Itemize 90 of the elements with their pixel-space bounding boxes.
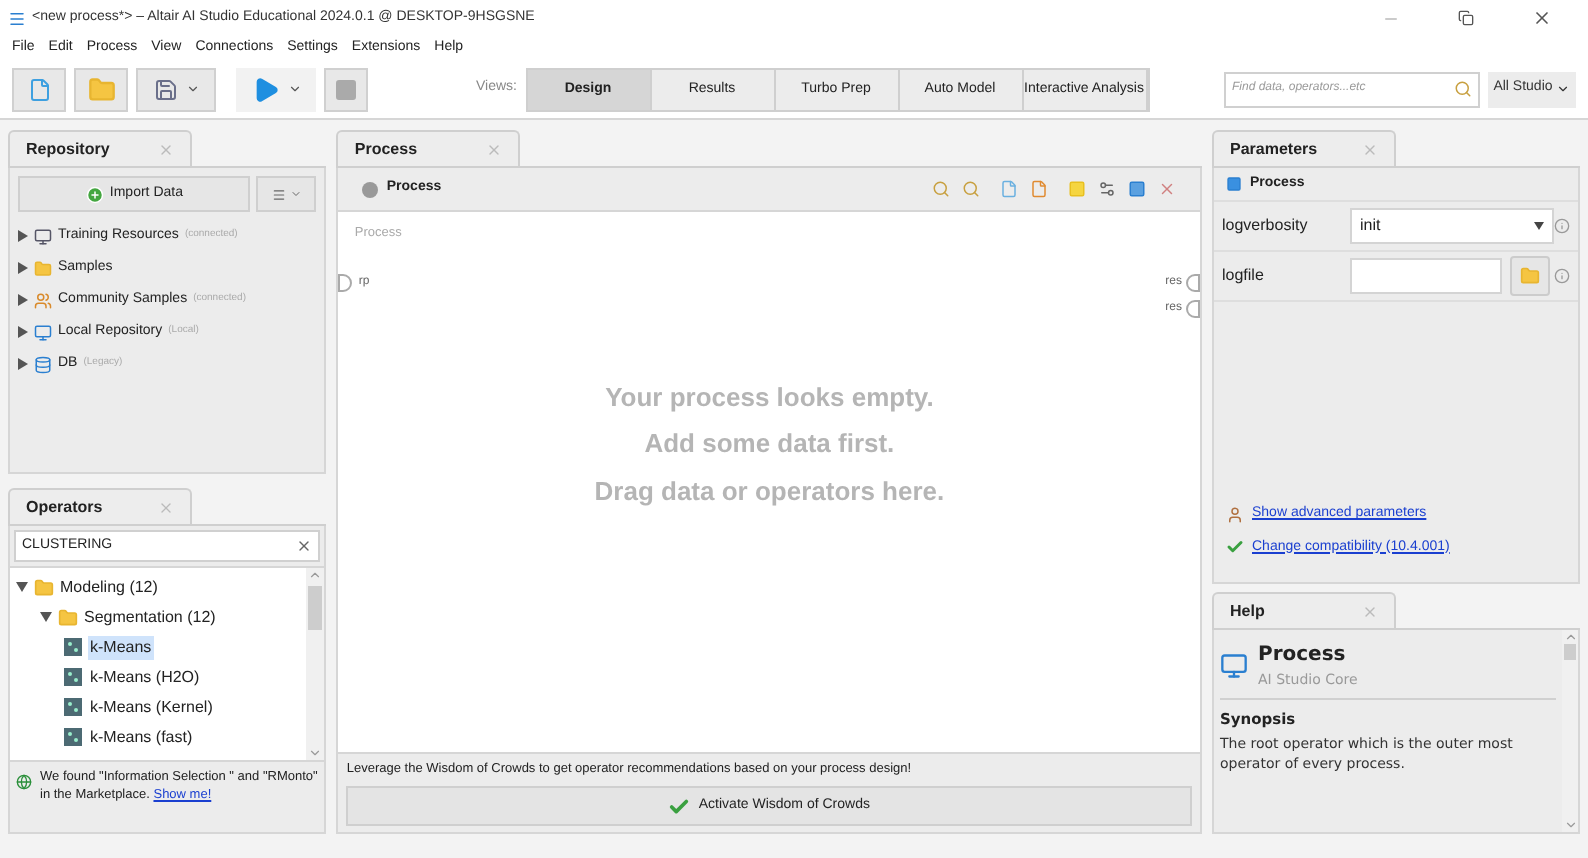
save-icon bbox=[153, 77, 177, 101]
collapsed-arrow-icon[interactable] bbox=[18, 262, 28, 274]
empty-process-message: Drag data or operators here. bbox=[594, 473, 945, 510]
list-icon bbox=[271, 187, 286, 201]
zoom-in-icon[interactable] bbox=[932, 180, 950, 198]
note-icon[interactable] bbox=[1068, 180, 1086, 198]
caret-icon bbox=[185, 82, 199, 96]
process-icon bbox=[362, 181, 379, 197]
open-button[interactable] bbox=[74, 67, 128, 111]
check-icon bbox=[1226, 538, 1244, 557]
tree-item[interactable]: Modeling (12) bbox=[60, 575, 158, 599]
scrollbar[interactable] bbox=[306, 568, 325, 760]
empty-process-message: Your process looks empty. bbox=[605, 379, 934, 416]
collapsed-arrow-icon[interactable] bbox=[18, 358, 28, 370]
info-icon[interactable] bbox=[1554, 218, 1570, 234]
panel-tab[interactable]: Parameters bbox=[1212, 130, 1396, 166]
file-path-field[interactable] bbox=[1350, 258, 1502, 294]
operator-name: Process bbox=[1258, 642, 1348, 670]
database-icon bbox=[34, 355, 52, 373]
monitor-icon bbox=[34, 227, 52, 245]
monitor-icon bbox=[34, 323, 52, 341]
operator-icon bbox=[64, 698, 82, 716]
plus-icon bbox=[85, 185, 104, 203]
document-icon[interactable] bbox=[1000, 180, 1018, 198]
clear-icon[interactable] bbox=[296, 538, 313, 554]
panel-tab[interactable]: Repository bbox=[8, 130, 192, 166]
panel-tab[interactable]: Help bbox=[1212, 592, 1396, 628]
close-icon[interactable] bbox=[1362, 141, 1378, 157]
folder-icon bbox=[34, 577, 54, 597]
document-icon bbox=[27, 77, 51, 101]
folder-icon bbox=[58, 607, 78, 627]
collapsed-arrow-icon[interactable] bbox=[18, 294, 28, 306]
panel-tab[interactable]: Operators bbox=[8, 488, 192, 524]
app-icon bbox=[8, 9, 26, 27]
panel-tab[interactable]: Process bbox=[336, 130, 521, 166]
folder-icon bbox=[87, 75, 115, 103]
caret-icon bbox=[289, 188, 302, 200]
scroll-up-icon[interactable] bbox=[1563, 630, 1577, 644]
close-icon[interactable] bbox=[486, 141, 503, 157]
operator-icon bbox=[64, 668, 82, 686]
close-icon[interactable] bbox=[158, 499, 174, 515]
zoom-out-icon[interactable] bbox=[962, 180, 980, 198]
tree-item[interactable]: k-Means (Kernel) bbox=[88, 695, 215, 719]
globe-icon bbox=[16, 774, 32, 790]
parameter-label: logfile bbox=[1222, 264, 1266, 288]
users-icon bbox=[34, 291, 52, 309]
process-icon bbox=[1220, 651, 1248, 680]
save-button[interactable] bbox=[136, 67, 216, 111]
input-port[interactable] bbox=[338, 273, 353, 292]
info-icon[interactable] bbox=[1554, 268, 1570, 284]
expanded-arrow-icon[interactable] bbox=[40, 612, 52, 622]
operator-icon bbox=[64, 638, 82, 656]
search-icon bbox=[1454, 80, 1472, 98]
caret-icon bbox=[287, 82, 301, 96]
document-icon[interactable] bbox=[1030, 180, 1048, 198]
tree-item[interactable]: Segmentation (12) bbox=[84, 605, 216, 629]
close-icon bbox=[1532, 8, 1552, 28]
close-icon[interactable] bbox=[1362, 603, 1378, 619]
parameter-label: logverbosity bbox=[1222, 214, 1310, 238]
stop-button[interactable] bbox=[324, 67, 368, 111]
person-icon bbox=[1226, 505, 1244, 524]
stop-icon bbox=[334, 77, 358, 101]
process-icon bbox=[1226, 176, 1242, 192]
scroll-down-icon[interactable] bbox=[1563, 818, 1577, 832]
tree-item[interactable]: k-Means bbox=[88, 635, 154, 659]
caret-icon bbox=[1534, 222, 1544, 230]
caret-icon bbox=[1556, 82, 1571, 96]
collapsed-arrow-icon[interactable] bbox=[18, 230, 28, 242]
collapsed-arrow-icon[interactable] bbox=[18, 326, 28, 338]
play-icon bbox=[251, 75, 279, 103]
expanded-arrow-icon[interactable] bbox=[16, 582, 28, 592]
scrollbar[interactable] bbox=[1562, 630, 1578, 832]
scroll-thumb[interactable] bbox=[308, 586, 323, 630]
tree-item[interactable]: k-Means (fast) bbox=[88, 725, 195, 749]
restore-icon bbox=[1458, 10, 1474, 26]
check-icon bbox=[668, 795, 691, 817]
scroll-up-icon[interactable] bbox=[308, 568, 323, 582]
operator-icon bbox=[64, 728, 82, 746]
folder-icon bbox=[34, 259, 52, 277]
scroll-down-icon[interactable] bbox=[308, 746, 323, 760]
empty-process-message: Add some data first. bbox=[644, 426, 895, 463]
folder-icon bbox=[1520, 266, 1540, 286]
scroll-thumb[interactable] bbox=[1564, 644, 1576, 660]
run-button[interactable] bbox=[236, 67, 316, 111]
browse-button[interactable] bbox=[1510, 256, 1550, 296]
options-menu-button[interactable] bbox=[256, 176, 317, 212]
close-icon[interactable] bbox=[158, 141, 174, 157]
tree-item[interactable]: k-Means (H2O) bbox=[88, 665, 202, 689]
dropdown-field[interactable]: init bbox=[1350, 208, 1554, 244]
new-process-button[interactable] bbox=[12, 67, 66, 111]
